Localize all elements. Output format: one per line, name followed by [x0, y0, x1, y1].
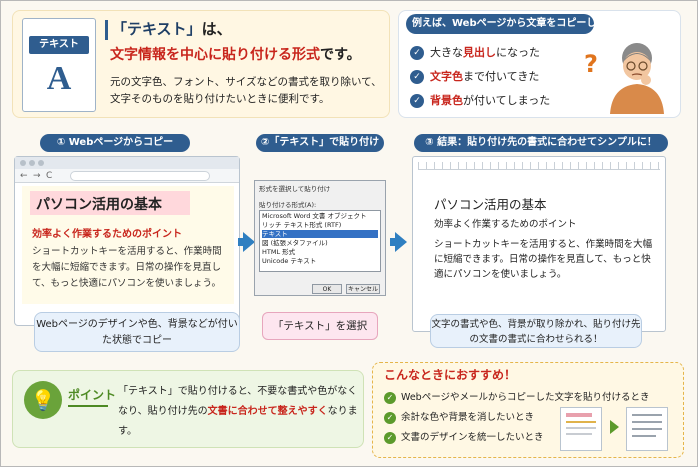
- point-underline: [68, 405, 108, 407]
- select-text-callout: 「テキスト」を選択: [262, 312, 378, 340]
- intro-description: 元の文字色、フォント、サイズなどの書式を取り除いて、文字そのものを貼り付けたいと…: [110, 76, 382, 105]
- styled-document-icon: [560, 407, 602, 451]
- window-dot-icon: [29, 160, 35, 166]
- styled-line: [566, 421, 596, 423]
- confused-grandmother-illustration: [610, 43, 664, 114]
- intro-main-highlight: 文字情報を中心に貼り付ける形式: [110, 47, 320, 63]
- right-arrow-icon: [610, 420, 619, 434]
- styled-line: [566, 427, 596, 429]
- check-icon: ✓: [384, 391, 396, 404]
- cancel-button[interactable]: キャンセル: [346, 284, 380, 294]
- recommend-item-text: Webページやメールからコピーした文字を貼り付けるとき: [401, 392, 650, 403]
- doc-letter: A: [46, 60, 72, 97]
- format-option[interactable]: リッチ テキスト形式 (RTF): [262, 221, 378, 229]
- dialog-format-label: 貼り付ける形式(A):: [259, 201, 317, 209]
- check-icon: ✓: [410, 70, 424, 84]
- example-item-highlight: 見出し: [463, 46, 496, 59]
- example-item: ✓ 大きな見出しになった: [410, 44, 540, 60]
- right-arrow-icon: [395, 232, 407, 252]
- recommend-item: ✓ Webページやメールからコピーした文字を貼り付けるとき: [384, 389, 650, 404]
- recommend-item: ✓ 文書のデザインを統一したいとき: [384, 429, 544, 444]
- reload-icon[interactable]: C: [46, 169, 52, 183]
- address-bar[interactable]: [70, 171, 210, 181]
- ok-button[interactable]: OK: [312, 284, 342, 294]
- check-icon: ✓: [384, 431, 396, 444]
- format-option[interactable]: Microsoft Word 文書 オブジェクト: [262, 212, 378, 220]
- example-item-highlight: 背景色: [430, 94, 463, 107]
- intro-title: 「テキスト」は、: [112, 18, 232, 39]
- result-subtitle: 効率よく作業するためのポイント: [434, 219, 577, 230]
- plain-document-icon: [626, 407, 668, 451]
- title-accent-bar: [105, 20, 108, 40]
- intro-main-tail: です。: [320, 47, 361, 63]
- back-icon[interactable]: ←: [20, 169, 28, 183]
- format-option-selected[interactable]: テキスト: [262, 230, 378, 238]
- result-callout: 文字の書式や色、背景が取り除かれ、貼り付け先の文書の書式に合わせられる！: [430, 314, 642, 348]
- copy-callout: Webページのデザインや色、背景などが付いた状態でコピー: [34, 312, 240, 352]
- dialog-title: 形式を選択して貼り付け: [259, 185, 331, 193]
- doc-tag: テキスト: [29, 36, 89, 54]
- step-two-header: ②「テキスト」で貼り付け: [256, 134, 384, 152]
- intro-title-particle: は、: [201, 20, 232, 38]
- window-dot-icon: [20, 160, 26, 166]
- result-text: ショートカットキーを活用すると、作業時間を大幅に短縮できます。日常の操作を見直し…: [434, 239, 653, 280]
- forward-icon[interactable]: →: [33, 169, 41, 183]
- check-icon: ✓: [384, 411, 396, 424]
- recommend-title: こんなときにおすすめ！: [384, 368, 517, 382]
- step-one-header: ① Webページからコピー: [40, 134, 190, 152]
- intro-main: 文字情報を中心に貼り付ける形式です。: [110, 44, 361, 64]
- recommend-item-text: 文書のデザインを統一したいとき: [401, 432, 544, 443]
- styled-line: [566, 433, 592, 435]
- example-item-post: まで付いてきた: [463, 70, 540, 83]
- example-item-post: になった: [496, 46, 540, 59]
- result-title: パソコン活用の基本: [434, 197, 547, 212]
- question-mark-icon: ?: [584, 50, 598, 78]
- check-icon: ✓: [410, 46, 424, 60]
- styled-heading-bar: [566, 413, 592, 417]
- intro-title-text: 「テキスト」: [112, 20, 202, 38]
- lightbulb-icon: 💡: [24, 381, 62, 419]
- step-three-header: ③ 結果：貼り付け先の書式に合わせてシンプルに！: [414, 134, 668, 152]
- plain-line: [632, 421, 662, 423]
- plain-line: [632, 414, 662, 416]
- point-text: 「テキスト」で貼り付けると、不要な書式や色がなくなり、貼り付け先の文書に合わせて…: [118, 382, 358, 442]
- document-ruler: [418, 162, 660, 170]
- plain-line: [632, 435, 656, 437]
- format-option[interactable]: Unicode テキスト: [262, 257, 378, 265]
- recommend-item-text: 余計な色や背景を消したいとき: [401, 412, 535, 423]
- check-icon: ✓: [410, 94, 424, 108]
- recommend-item: ✓ 余計な色や背景を消したいとき: [384, 409, 534, 424]
- format-option[interactable]: 図 (拡張メタファイル): [262, 239, 378, 247]
- window-dot-icon: [38, 160, 44, 166]
- webpage-text: ショートカットキーを活用すると、作業時間を大幅に短縮できます。日常の操作を見直し…: [32, 246, 222, 289]
- format-option[interactable]: HTML 形式: [262, 248, 378, 256]
- example-item-highlight: 文字色: [430, 70, 463, 83]
- point-text-highlight: 文書に合わせて整えやすく: [207, 406, 328, 417]
- plain-line: [632, 428, 662, 430]
- browser-titlebar: [15, 157, 239, 169]
- example-item: ✓ 文字色まで付いてきた: [410, 68, 539, 84]
- point-label: ポイント: [68, 388, 117, 402]
- webpage-subtitle: 効率よく作業するためのポイント: [32, 229, 182, 240]
- example-item: ✓ 背景色が付いてしまった: [410, 92, 550, 108]
- example-header: 例えば、Webページから文章をコピーしたら…: [406, 14, 626, 34]
- example-item-pre: 大きな: [430, 46, 463, 59]
- webpage-title: パソコン活用の基本: [36, 197, 162, 213]
- example-item-post: が付いてしまった: [463, 94, 551, 107]
